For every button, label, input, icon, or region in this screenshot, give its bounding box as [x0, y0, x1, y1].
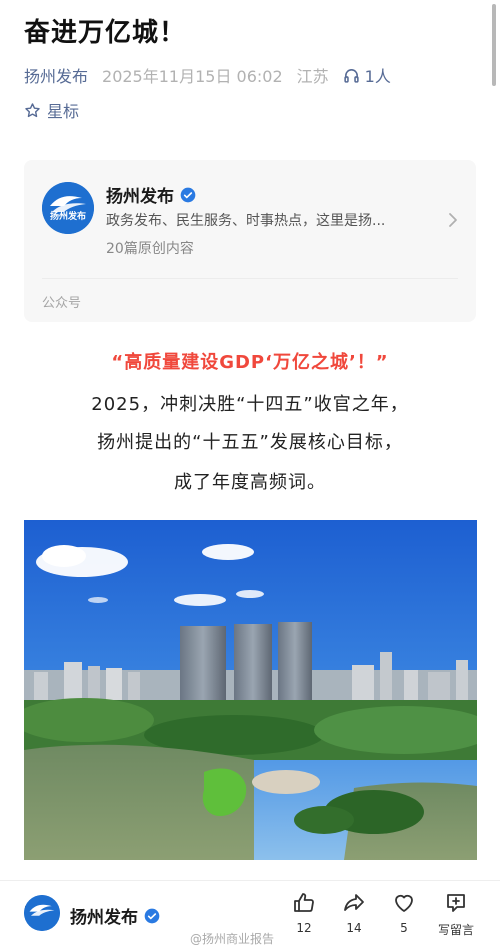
original-count: 20篇原创内容 — [106, 241, 194, 257]
share-icon — [344, 894, 364, 911]
heart-icon — [395, 894, 413, 912]
account-description: 政务发布、民生服务、时事热点，这里是扬... — [106, 213, 386, 229]
thumbs-up-icon — [294, 893, 314, 912]
article-headline: “高质量建设GDP‘万亿之城’！” — [111, 352, 389, 373]
bottom-account-logo[interactable]: 扬州发布 — [24, 895, 60, 931]
like-button[interactable]: 12 — [282, 891, 326, 935]
headphone-icon — [344, 68, 359, 83]
body-line-3: 成了年度高频词。 — [174, 472, 326, 493]
account-card[interactable]: 扬州发布 扬州发布 政务发布、民生服务、时事热点，这里是扬... 20篇原创内容… — [24, 160, 476, 322]
article-photo[interactable] — [24, 520, 477, 860]
article-title: 奋进万亿城！ — [24, 18, 187, 48]
account-logo: 扬州发布 — [42, 182, 94, 234]
body-line-2: 扬州提出的“十五五”发展核心目标， — [97, 432, 403, 453]
body-line-1: 2025，冲刺决胜“十四五”收官之年， — [91, 394, 409, 415]
watermark: @扬州商业报告 — [190, 932, 275, 946]
comment-button[interactable]: 写留言 — [430, 891, 482, 938]
verified-icon — [180, 187, 196, 203]
article-meta: 扬州发布 2025年11月15日 06:02 江苏 1人 — [24, 64, 391, 86]
account-type-label: 公众号 — [42, 296, 82, 311]
scroll-indicator[interactable] — [492, 4, 496, 86]
share-count: 14 — [346, 921, 362, 935]
publish-time: 2025年11月15日 06:02 — [102, 67, 283, 86]
share-button[interactable]: 14 — [332, 891, 376, 935]
comment-icon — [447, 894, 465, 912]
star-label: 星标 — [47, 102, 80, 121]
comment-label: 写留言 — [437, 923, 474, 937]
star-button[interactable]: 星标 — [24, 98, 79, 122]
chevron-right-icon — [448, 212, 458, 232]
listen-count: 1人 — [364, 67, 391, 86]
publish-location: 江苏 — [296, 67, 329, 86]
favorite-count: 5 — [400, 921, 408, 935]
like-count: 12 — [296, 921, 312, 935]
card-divider — [42, 278, 458, 279]
account-logo-text: 扬州发布 — [49, 212, 86, 222]
bottom-account-name: 扬州发布 — [70, 908, 138, 928]
author-link[interactable]: 扬州发布 — [24, 63, 88, 87]
listen-button[interactable]: 1人 — [343, 63, 391, 87]
verified-icon — [144, 908, 160, 924]
account-name: 扬州发布 — [106, 187, 174, 207]
favorite-button[interactable]: 5 — [382, 891, 426, 935]
bottom-account-name-row[interactable]: 扬州发布 — [70, 903, 160, 928]
star-icon — [25, 102, 40, 117]
account-name-row: 扬州发布 — [106, 182, 196, 207]
